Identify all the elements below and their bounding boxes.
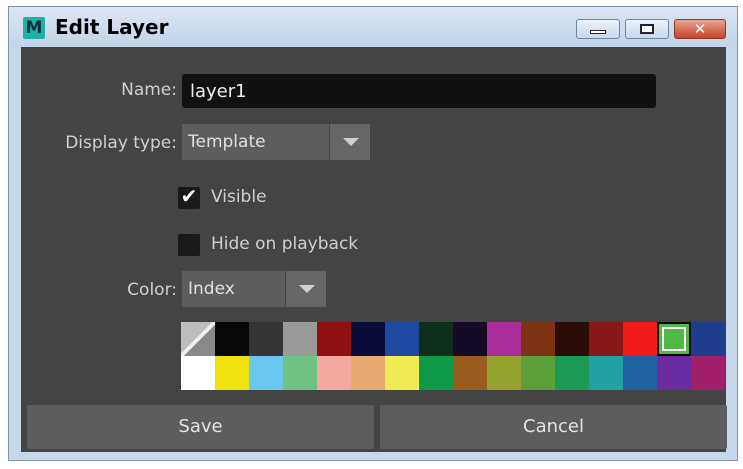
minimize-button[interactable] (576, 19, 620, 39)
color-swatch[interactable] (589, 322, 623, 356)
color-swatch[interactable] (215, 356, 249, 390)
color-swatch[interactable] (521, 356, 555, 390)
color-swatch[interactable] (385, 322, 419, 356)
visible-checkbox[interactable]: ✔ (178, 184, 200, 209)
color-swatch[interactable] (589, 356, 623, 390)
edit-layer-window: M Edit Layer ✕ Name: Display type: Templ… (8, 6, 738, 461)
maya-app-icon: M (23, 17, 45, 39)
title-bar[interactable]: M Edit Layer ✕ (9, 7, 737, 47)
color-swatch[interactable] (351, 356, 385, 390)
color-swatch[interactable] (317, 356, 351, 390)
color-swatch[interactable] (623, 356, 657, 390)
maximize-icon (640, 24, 654, 34)
color-swatch[interactable] (249, 322, 283, 356)
color-swatch[interactable] (555, 322, 589, 356)
color-swatch[interactable] (419, 322, 453, 356)
color-swatch[interactable] (487, 322, 521, 356)
color-swatch[interactable] (453, 356, 487, 390)
color-label: Color: (127, 280, 177, 300)
visible-label: Visible (211, 187, 267, 207)
close-icon: ✕ (693, 20, 707, 38)
display-type-value: Template (188, 132, 266, 152)
color-swatch[interactable] (283, 322, 317, 356)
name-input[interactable] (182, 74, 656, 108)
save-button[interactable]: Save (27, 405, 374, 449)
color-swatch[interactable] (215, 322, 249, 356)
checkmark-icon: ✔ (180, 184, 198, 208)
cancel-button[interactable]: Cancel (380, 405, 727, 449)
color-swatch[interactable] (521, 322, 555, 356)
chevron-down-icon[interactable] (329, 124, 370, 160)
color-index-palette (181, 322, 728, 390)
name-label: Name: (121, 80, 177, 100)
color-swatch[interactable] (555, 356, 589, 390)
chevron-down-icon[interactable] (285, 271, 326, 307)
display-type-label: Display type: (65, 133, 177, 153)
color-swatch[interactable] (487, 356, 521, 390)
color-swatch[interactable] (283, 356, 317, 390)
display-type-dropdown[interactable]: Template (182, 124, 370, 160)
color-swatch[interactable] (249, 356, 283, 390)
color-swatch[interactable] (657, 322, 691, 356)
color-swatch[interactable] (691, 356, 725, 390)
color-swatch[interactable] (657, 356, 691, 390)
color-swatch[interactable] (623, 322, 657, 356)
color-swatch[interactable] (453, 322, 487, 356)
color-swatch[interactable] (385, 356, 419, 390)
minimize-icon (590, 30, 606, 34)
color-mode-value: Index (188, 279, 235, 299)
dialog-body: Name: Display type: Template ✔ Visible H… (21, 47, 728, 452)
hide-on-playback-label: Hide on playback (211, 234, 359, 254)
color-swatch-none[interactable] (181, 322, 215, 356)
close-button[interactable]: ✕ (674, 19, 726, 39)
color-swatch[interactable] (181, 356, 215, 390)
color-swatch[interactable] (317, 322, 351, 356)
window-title: Edit Layer (55, 15, 169, 39)
color-mode-dropdown[interactable]: Index (182, 271, 326, 307)
color-swatch[interactable] (419, 356, 453, 390)
color-swatch[interactable] (691, 322, 725, 356)
maximize-button[interactable] (625, 19, 669, 39)
hide-on-playback-checkbox[interactable] (178, 234, 200, 256)
color-swatch[interactable] (351, 322, 385, 356)
